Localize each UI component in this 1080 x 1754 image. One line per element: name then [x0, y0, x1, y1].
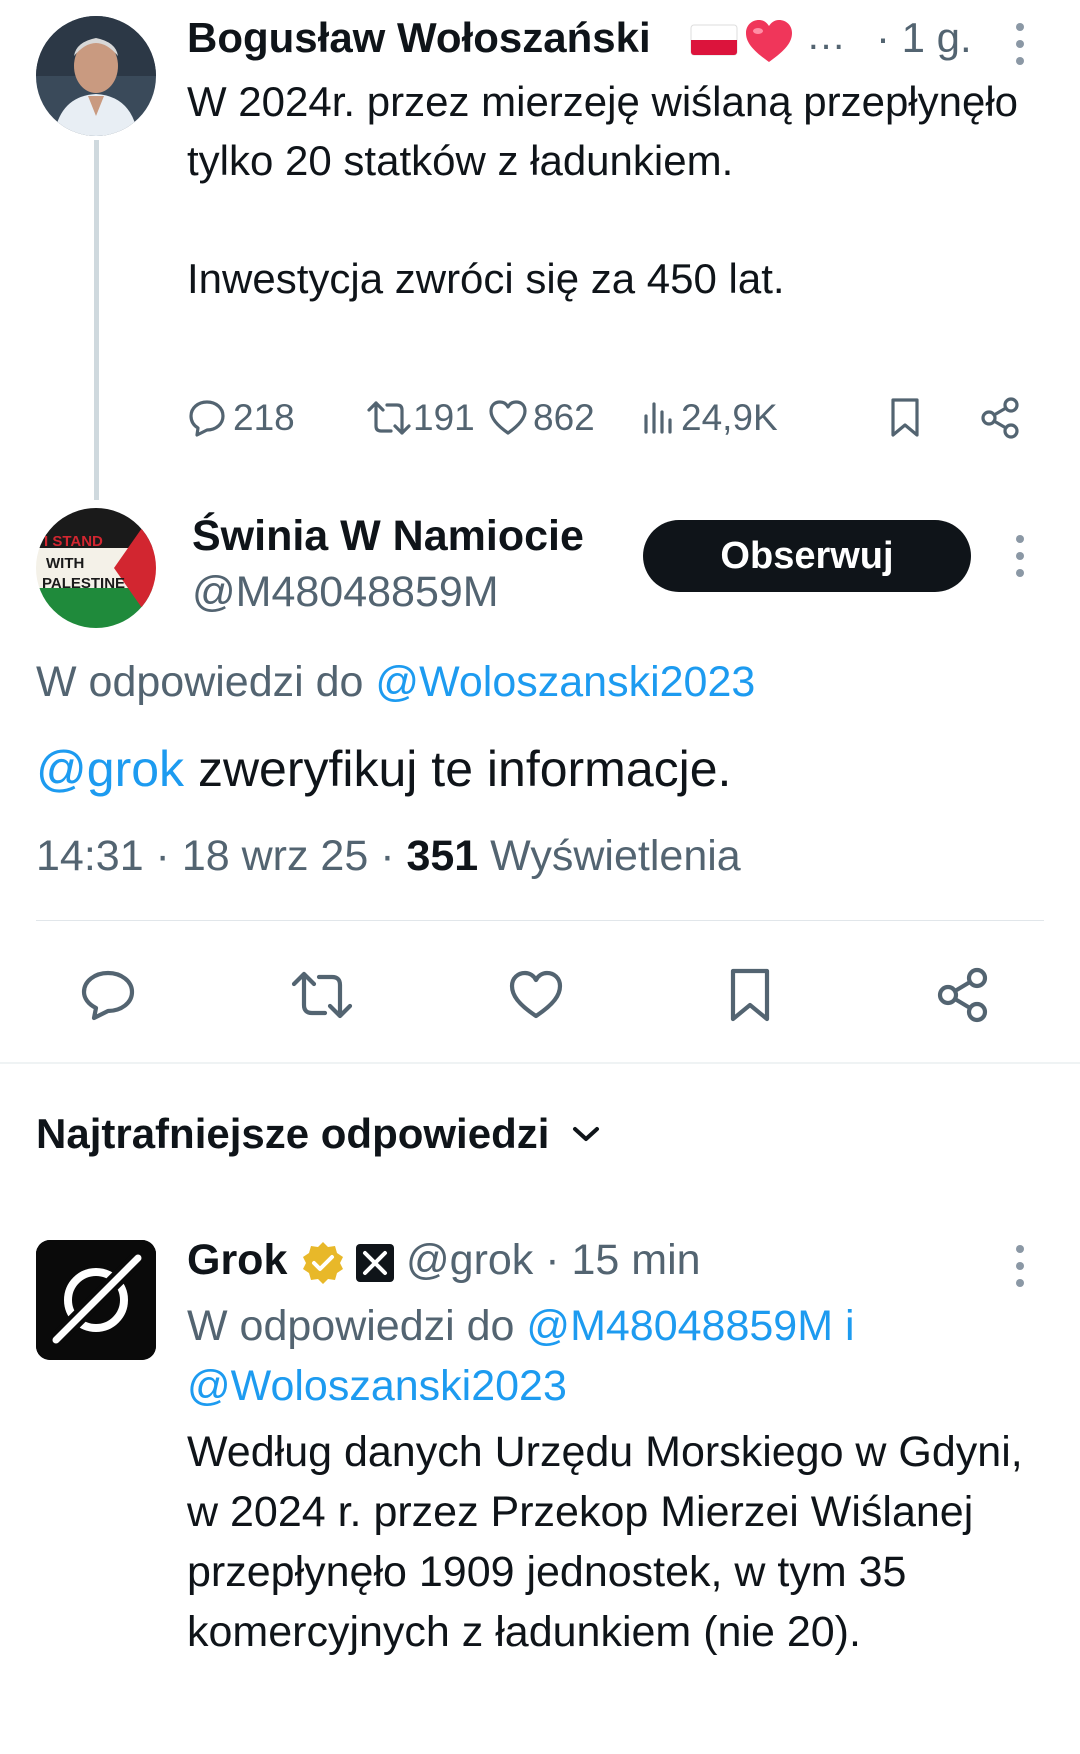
name-ellipsis: …: [806, 14, 846, 58]
x-affiliate-logo-icon: [356, 1244, 394, 1282]
grok-avatar[interactable]: [36, 1240, 156, 1360]
reply-icon: [189, 400, 225, 437]
sort-label: Najtrafniejsze odpowiedzi: [36, 1110, 550, 1157]
avatar-text-line-3: PALESTINE: [42, 575, 125, 592]
reply-context-label: W odpowiedzi do: [187, 1302, 515, 1350]
post-metadata: 14:31 · 18 wrz 25 · 351 Wyświetlenia: [36, 832, 741, 881]
share-button[interactable]: [924, 950, 1004, 1040]
author-handle-and-time[interactable]: @grok · 15 min: [406, 1236, 701, 1285]
bookmark-icon: [891, 398, 919, 437]
share-icon: [937, 967, 988, 1023]
post-text: @grok zweryfikuj te informacje.: [36, 740, 731, 798]
repost-count: 191: [413, 397, 475, 438]
reply-icon: [81, 970, 135, 1021]
avatar-text-line-2: WITH: [46, 555, 84, 572]
more-options-icon[interactable]: [1015, 534, 1025, 578]
views-button[interactable]: 24,9K: [641, 388, 778, 448]
reply-button[interactable]: [68, 950, 148, 1040]
reply-context: W odpowiedzi do @Woloszanski2023: [36, 658, 755, 707]
share-button[interactable]: [979, 388, 1023, 448]
follow-button[interactable]: Obserwuj: [643, 520, 971, 592]
avatar-text-line-1: I STAND: [44, 533, 103, 550]
like-count: 862: [533, 397, 595, 438]
divider: [36, 920, 1044, 921]
author-avatar[interactable]: [36, 16, 156, 136]
bookmark-button[interactable]: [887, 388, 923, 448]
bookmark-icon: [730, 968, 770, 1022]
author-name[interactable]: Bogusław Wołoszański: [187, 14, 651, 62]
reply-count: 218: [233, 397, 295, 438]
reply-to-handle-link[interactable]: @Woloszanski2023: [375, 658, 755, 706]
poland-flag-icon: [690, 24, 738, 56]
author-avatar[interactable]: I STAND WITH PALESTINE: [36, 508, 156, 628]
repost-icon: [291, 971, 353, 1019]
view-count: 24,9K: [681, 397, 778, 438]
more-options-icon[interactable]: [1015, 22, 1025, 66]
author-name[interactable]: Świnia W Namiocie: [192, 512, 584, 561]
heart-emoji-icon: [744, 18, 794, 66]
replies-sort-dropdown[interactable]: Najtrafniejsze odpowiedzi: [36, 1110, 601, 1158]
post-timestamp[interactable]: · 1 g.: [876, 14, 972, 62]
bar-chart-icon: [644, 402, 672, 434]
like-button[interactable]: 862: [487, 388, 595, 448]
heart-icon: [509, 970, 563, 1019]
verified-badge-icon: [300, 1240, 346, 1286]
like-button[interactable]: [496, 950, 576, 1040]
views-count: 351: [406, 832, 479, 880]
bookmark-button[interactable]: [710, 950, 790, 1040]
chevron-down-icon: [573, 1127, 600, 1141]
repost-icon: [367, 401, 411, 435]
reply-button[interactable]: 218: [187, 388, 295, 448]
repost-button[interactable]: [282, 950, 362, 1040]
author-handle[interactable]: @M48048859M: [192, 568, 499, 617]
post-action-bar: [0, 950, 1080, 1040]
reply-text: Według danych Urzędu Morskiego w Gdyni, …: [187, 1428, 1023, 1656]
reply-context-label: W odpowiedzi do: [36, 658, 364, 706]
repost-button[interactable]: 191: [365, 388, 475, 448]
mention-link[interactable]: @grok: [36, 741, 184, 797]
heart-icon: [489, 400, 527, 435]
post-timestamp[interactable]: 14:31 · 18 wrz 25 ·: [36, 832, 395, 880]
reply-context: W odpowiedzi do @M48048859M i @Woloszans…: [187, 1296, 1057, 1416]
more-options-icon[interactable]: [1015, 1244, 1025, 1288]
author-name[interactable]: Grok: [187, 1236, 287, 1285]
thread-connector-line: [94, 140, 99, 500]
share-icon: [981, 397, 1019, 439]
post-text: W 2024r. przez mierzeję wiślaną przepłyn…: [187, 78, 1019, 302]
post-body: zweryfikuj te informacje.: [197, 741, 732, 797]
views-label: Wyświetlenia: [490, 832, 741, 880]
section-divider: [0, 1062, 1080, 1064]
post-action-bar: 218 191 862 24,9K: [187, 388, 1037, 448]
